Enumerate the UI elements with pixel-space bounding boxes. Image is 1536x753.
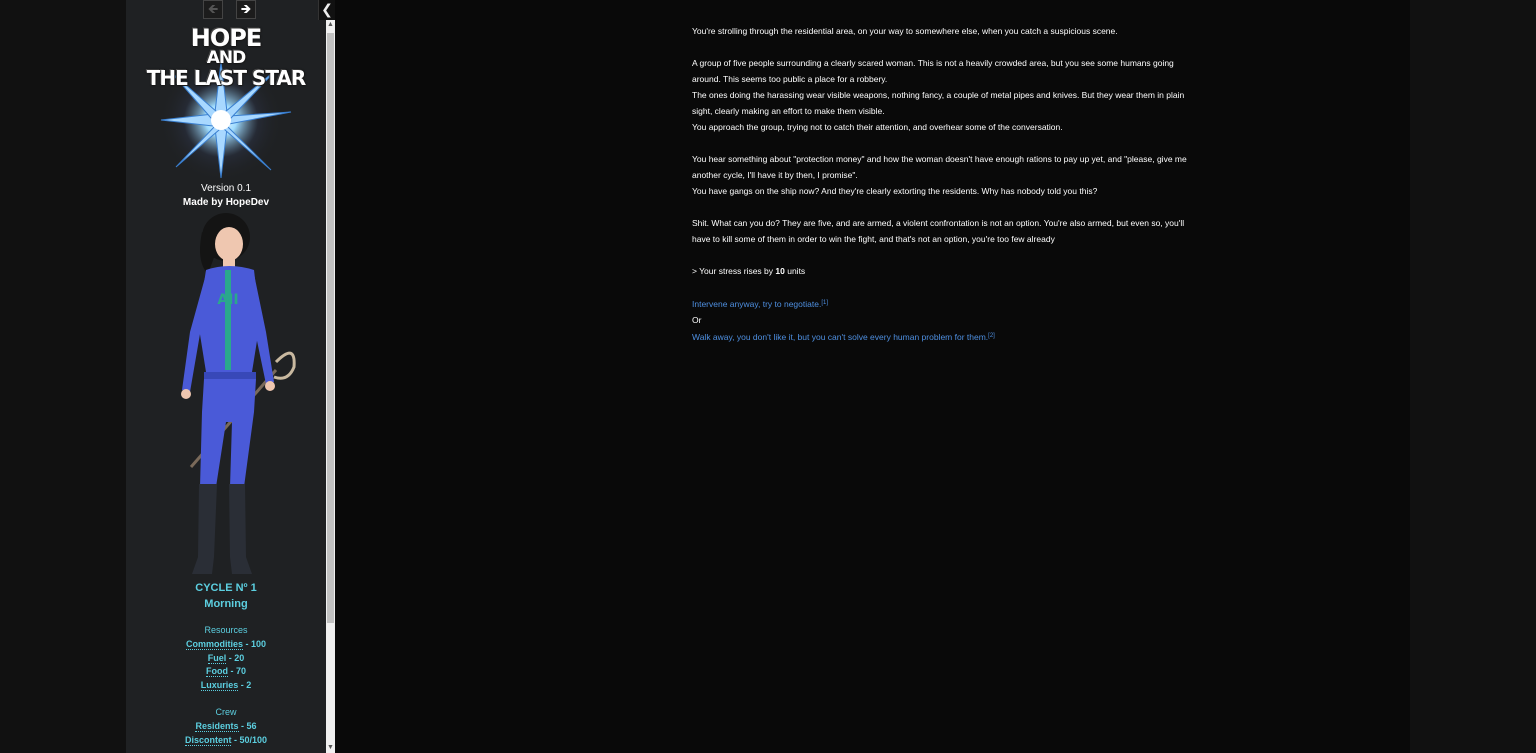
passage-line: A group of five people surrounding a cle…	[692, 58, 1174, 84]
back-button[interactable]: 🡸	[203, 0, 223, 19]
stat-fuel: Fuel - 20	[126, 653, 326, 664]
passage-paragraph: You hear something about "protection mon…	[692, 151, 1192, 199]
choice-intervene[interactable]: Intervene anyway, try to negotiate.[1]	[692, 295, 1192, 312]
sidebar: 🡸 🡺 HOPE AND THE LAST STAR Version 0.1 M…	[126, 0, 326, 753]
left-margin	[0, 0, 126, 753]
story-area: You're strolling through the residential…	[335, 0, 1410, 753]
version-label: Version 0.1	[200, 183, 252, 194]
passage-line: You have gangs on the ship now? And they…	[692, 186, 1098, 196]
stat-commodities: Commodities - 100	[126, 639, 326, 650]
stat-discontent: Discontent - 50/100	[126, 735, 326, 746]
crew-heading: Crew	[215, 707, 237, 717]
fuel-link[interactable]: Fuel	[207, 653, 227, 664]
scroll-thumb[interactable]	[327, 33, 334, 623]
choice-hotkey: [2]	[988, 333, 995, 339]
forward-button[interactable]: 🡺	[236, 0, 256, 19]
discontent-value: - 50/100	[231, 735, 268, 745]
stat-residents: Residents - 56	[126, 721, 326, 732]
scroll-up-icon[interactable]: ▲	[326, 20, 335, 30]
time-of-day: Morning	[204, 598, 248, 610]
passage-paragraph: Shit. What can you do? They are five, an…	[692, 218, 1185, 244]
choice-hotkey: [1]	[821, 300, 828, 306]
right-margin	[1410, 0, 1536, 753]
logo-title-and: AND	[206, 48, 247, 68]
food-link[interactable]: Food	[205, 666, 228, 677]
character-portrait: AII	[181, 213, 296, 574]
food-value: - 70	[227, 666, 246, 676]
residents-value: - 56	[238, 721, 257, 731]
arrow-left-icon: 🡸	[207, 1, 219, 16]
stress-suffix: units	[784, 266, 806, 276]
stat-food: Food - 70	[126, 666, 326, 677]
stress-amount: 10	[775, 266, 785, 276]
choice-walk-away[interactable]: Walk away, you don't like it, but you ca…	[692, 328, 1192, 345]
author-label: Made by HopeDev	[182, 197, 270, 208]
arrow-right-icon: 🡺	[240, 1, 252, 16]
choice-walk-away-link[interactable]: Walk away, you don't like it, but you ca…	[692, 332, 988, 342]
passage-line: The ones doing the harassing wear visibl…	[692, 90, 1185, 116]
stat-luxuries: Luxuries - 2	[126, 680, 326, 691]
luxuries-value: - 2	[238, 680, 252, 690]
fuel-value: - 20	[226, 653, 245, 663]
sidebar-scrollbar[interactable]: ▲ ▼	[326, 20, 335, 753]
passage-line: You approach the group, trying not to ca…	[692, 122, 1063, 132]
logo-title-last-star: THE LAST STAR	[146, 66, 307, 90]
choice-intervene-link[interactable]: Intervene anyway, try to negotiate.	[692, 299, 821, 309]
story-passage: You're strolling through the residential…	[692, 23, 1192, 345]
passage-paragraph: A group of five people surrounding a cle…	[692, 55, 1192, 135]
passage-line: You hear something about "protection mon…	[692, 154, 1187, 180]
resources-heading: Resources	[204, 625, 248, 635]
chevron-left-icon: ❮	[321, 1, 333, 17]
game-logo: HOPE AND THE LAST STAR	[141, 22, 311, 180]
sidebar-toggle-button[interactable]: ❮	[318, 0, 335, 20]
discontent-link[interactable]: Discontent	[184, 735, 232, 746]
commodities-value: - 100	[243, 639, 267, 649]
stress-prefix: > Your stress rises by	[692, 266, 776, 276]
residents-link[interactable]: Residents	[195, 721, 239, 732]
cycle-counter: CYCLE Nº 1	[195, 582, 257, 594]
or-separator: Or	[692, 315, 702, 325]
stress-notice: > Your stress rises by 10 units	[692, 263, 1192, 279]
svg-text:AII: AII	[217, 292, 238, 308]
commodities-link[interactable]: Commodities	[185, 639, 243, 650]
game-page: 🡸 🡺 HOPE AND THE LAST STAR Version 0.1 M…	[0, 0, 1536, 753]
scroll-down-icon[interactable]: ▼	[326, 743, 335, 753]
passage-paragraph: You're strolling through the residential…	[692, 26, 1118, 36]
luxuries-link[interactable]: Luxuries	[200, 680, 239, 691]
